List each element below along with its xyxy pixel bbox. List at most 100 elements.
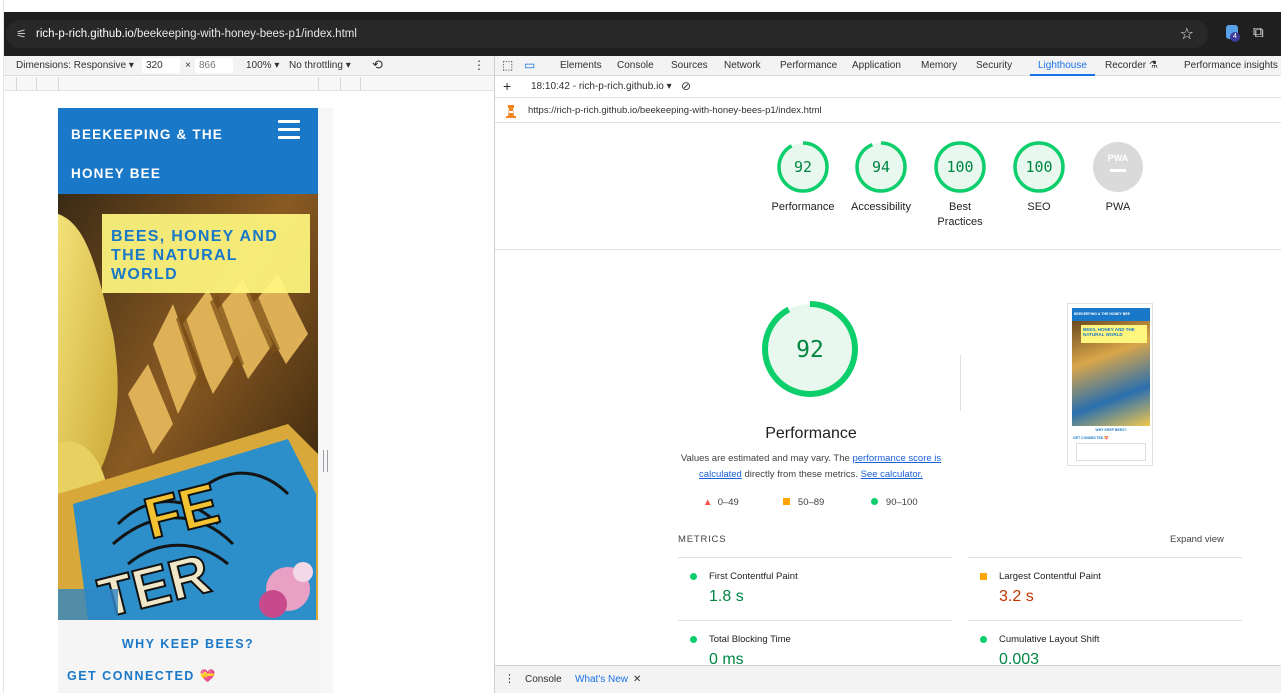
see-calculator-link[interactable]: See calculator. bbox=[861, 469, 923, 480]
tab-security[interactable]: Security bbox=[976, 60, 1012, 71]
get-connected-heading: GET CONNECTED 💝 bbox=[67, 669, 217, 683]
section-divider bbox=[960, 355, 961, 411]
legend-poor: ▲ 0–49 bbox=[703, 497, 739, 508]
more-options-icon[interactable]: ⋮ bbox=[473, 58, 485, 72]
performance-note: Values are estimated and may vary. The p… bbox=[680, 453, 942, 480]
tab-sources[interactable]: Sources bbox=[671, 60, 708, 71]
gauge-accessibility[interactable]: 94 Accessibility bbox=[841, 140, 921, 215]
gauge-performance[interactable]: 92 Performance bbox=[763, 140, 843, 215]
resize-handle[interactable] bbox=[323, 450, 328, 472]
category-gauges: 92 Performance 94 Accessibility 100 Best… bbox=[495, 124, 1281, 250]
tab-console[interactable]: Console bbox=[617, 60, 654, 71]
lighthouse-logo-icon bbox=[506, 105, 516, 118]
metric-rule bbox=[968, 620, 1242, 621]
address-url[interactable]: rich-p-rich.github.io/beekeeping-with-ho… bbox=[36, 28, 357, 40]
throttle-dropdown[interactable]: No throttling ▾ bbox=[289, 60, 351, 71]
emulated-viewport: BEEKEEPING & THE HONEY BEE FE TER BEES, … bbox=[58, 108, 318, 693]
rotate-icon[interactable]: ⟲ bbox=[372, 57, 383, 73]
report-selector[interactable]: 18:10:42 - rich-p-rich.github.io ▾ bbox=[531, 81, 672, 92]
gauge-pwa[interactable]: PWA PWA bbox=[1078, 140, 1158, 215]
legend-average: 50–89 bbox=[783, 497, 824, 508]
tab-performance-insights[interactable]: Performance insights ⚗ bbox=[1184, 60, 1281, 71]
clear-reports-icon[interactable]: ⊘ bbox=[681, 79, 691, 93]
times-sign: × bbox=[185, 60, 191, 71]
why-keep-bees-heading: WHY KEEP BEES? bbox=[121, 637, 255, 651]
dimensions-dropdown[interactable]: Dimensions: Responsive ▾ bbox=[16, 60, 134, 71]
gauge-best-practices[interactable]: 100 Best Practices bbox=[920, 140, 1000, 230]
tab-elements[interactable]: Elements bbox=[560, 60, 602, 71]
new-report-icon[interactable]: + bbox=[503, 78, 511, 94]
tab-performance[interactable]: Performance bbox=[780, 60, 837, 71]
metrics-heading: METRICS bbox=[678, 534, 727, 545]
window-left-edge bbox=[0, 0, 4, 693]
gauge-score-accessibility: 94 bbox=[872, 158, 890, 176]
performance-heading: Performance bbox=[765, 425, 857, 442]
site-info-icon[interactable]: ⚟ bbox=[16, 27, 36, 41]
hero-caption-line3: WORLD bbox=[111, 266, 178, 283]
metric-status-good-icon bbox=[690, 636, 697, 643]
hero-caption-line2: THE NATURAL bbox=[111, 247, 238, 264]
metric-status-average-icon bbox=[980, 573, 987, 580]
gauge-ring-best-practices: 100 bbox=[934, 141, 986, 193]
performance-section: 92 Performance Values are estimated and … bbox=[495, 251, 1281, 693]
report-url[interactable]: https://rich-p-rich.github.io/beekeeping… bbox=[528, 105, 822, 116]
viewport-right-margin bbox=[318, 108, 333, 693]
devtools-panel: ⬚ ▭ Elements Console Sources Network Per… bbox=[494, 56, 1281, 693]
gauge-label-seo: SEO bbox=[1027, 201, 1051, 213]
device-toggle-icon[interactable]: ▭ bbox=[524, 58, 535, 72]
zoom-dropdown[interactable]: 100% ▾ bbox=[246, 60, 279, 71]
gauge-score-performance: 92 bbox=[794, 158, 812, 176]
tab-application[interactable]: Application bbox=[852, 60, 901, 71]
gauge-label-performance: Performance bbox=[771, 201, 835, 213]
devtools-tabbar: ⬚ ▭ Elements Console Sources Network Per… bbox=[495, 56, 1281, 76]
extensions-puzzle-icon[interactable]: ⧉ bbox=[1253, 24, 1264, 41]
tab-recorder[interactable]: Recorder ⚗ bbox=[1105, 60, 1158, 71]
hero-image: FE TER BEES, HONEY AND THE NATURAL WORLD bbox=[58, 194, 318, 620]
gauge-ring-seo: 100 bbox=[1013, 141, 1065, 193]
metric-status-good-icon bbox=[980, 636, 987, 643]
metric-rule bbox=[678, 620, 952, 621]
tab-network[interactable]: Network bbox=[724, 60, 761, 71]
gauge-label-best-practices: Best Practices bbox=[937, 201, 983, 228]
hero-caption-line1: BEES, HONEY AND bbox=[111, 228, 279, 245]
extension-icon[interactable]: 4 bbox=[1226, 25, 1242, 43]
bookmark-star-icon[interactable]: ☆ bbox=[1180, 24, 1194, 44]
drawer-menu-icon[interactable]: ⋮ bbox=[504, 672, 515, 685]
lighthouse-toolbar: + 18:10:42 - rich-p-rich.github.io ▾ ⊘ bbox=[495, 77, 1281, 98]
site-header: BEEKEEPING & THE HONEY BEE bbox=[58, 108, 318, 194]
site-title-line1[interactable]: BEEKEEPING & THE bbox=[71, 127, 223, 142]
drawer-tab-whats-new[interactable]: What's New bbox=[575, 674, 628, 685]
devtools-drawer: ⋮ Console What's New ✕ bbox=[495, 665, 1281, 693]
final-screenshot-thumbnail[interactable]: BEEKEEPING & THE HONEY BEE BEES, HONEY A… bbox=[1067, 303, 1153, 466]
pwa-badge-icon: PWA bbox=[1093, 142, 1143, 192]
hamburger-menu-icon[interactable] bbox=[278, 120, 300, 140]
legend-good: 90–100 bbox=[871, 497, 918, 508]
site-title-line2[interactable]: HONEY BEE bbox=[71, 166, 161, 181]
media-query-ruler[interactable] bbox=[0, 77, 494, 91]
address-bar[interactable]: ⚟ rich-p-rich.github.io/beekeeping-with-… bbox=[6, 20, 1208, 48]
drawer-close-icon[interactable]: ✕ bbox=[633, 674, 641, 685]
device-toolbar: Dimensions: Responsive ▾ 320 × 866 100% … bbox=[0, 56, 494, 76]
extension-badge: 4 bbox=[1230, 32, 1240, 42]
drawer-tab-console[interactable]: Console bbox=[525, 674, 562, 685]
window-top-strip bbox=[0, 0, 1281, 12]
gauge-label-pwa: PWA bbox=[1105, 201, 1131, 213]
metric-status-good-icon bbox=[690, 573, 697, 580]
metric-rule bbox=[678, 557, 952, 558]
inspect-element-icon[interactable]: ⬚ bbox=[502, 58, 513, 72]
pwa-badge-text: PWA bbox=[1108, 153, 1129, 163]
gauge-seo[interactable]: 100 SEO bbox=[999, 140, 1079, 215]
gauge-score-best-practices: 100 bbox=[946, 158, 973, 176]
expand-view-toggle[interactable]: Expand view bbox=[1170, 534, 1224, 545]
tab-memory[interactable]: Memory bbox=[921, 60, 957, 71]
gauge-score-seo: 100 bbox=[1025, 158, 1052, 176]
performance-big-score: 92 bbox=[796, 337, 824, 363]
performance-big-gauge: 92 bbox=[762, 301, 858, 397]
gauge-label-accessibility: Accessibility bbox=[851, 201, 911, 213]
tab-lighthouse[interactable]: Lighthouse bbox=[1030, 60, 1095, 76]
height-input[interactable]: 866 bbox=[195, 58, 233, 73]
why-keep-section: WHY KEEP BEES? GET CONNECTED 💝 bbox=[58, 620, 318, 693]
report-url-bar: https://rich-p-rich.github.io/beekeeping… bbox=[495, 99, 1281, 123]
width-input[interactable]: 320 bbox=[142, 58, 180, 73]
metric-rule bbox=[968, 557, 1242, 558]
